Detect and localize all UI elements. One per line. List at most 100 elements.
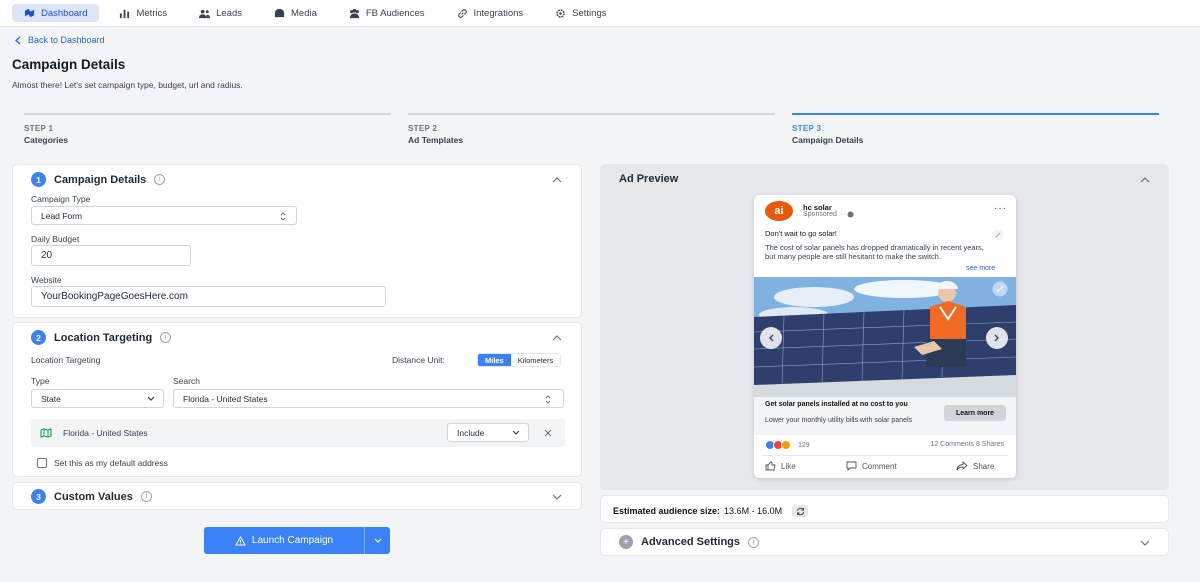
divider	[762, 455, 1008, 456]
website-label: Website	[31, 275, 62, 285]
thumbs-up-icon	[765, 461, 776, 471]
include-select[interactable]: Include	[447, 423, 529, 442]
top-nav: Dashboard Metrics Leads Media FB Audienc…	[0, 0, 1200, 27]
media-icon	[274, 8, 285, 17]
share-label: Share	[973, 461, 995, 471]
campaign-type-select[interactable]: Lead Form	[31, 206, 297, 225]
nav-item-fb-audiences[interactable]: FB Audiences	[337, 4, 437, 22]
share-icon	[956, 461, 968, 471]
info-icon[interactable]: i	[140, 491, 152, 502]
nav-item-label: Settings	[572, 7, 607, 19]
nav-item-leads[interactable]: Leads	[187, 4, 254, 22]
launch-main[interactable]: Launch Campaign	[204, 535, 364, 546]
chevron-left-icon	[15, 36, 21, 44]
step-label: STEP 1	[24, 124, 54, 133]
launch-campaign-button[interactable]: Launch Campaign	[204, 527, 390, 554]
nav-item-label: Dashboard	[41, 7, 88, 19]
location-search-value: Florida - United States	[183, 393, 268, 404]
campaign-details-card: 1 Campaign Details i Campaign Type Lead …	[12, 164, 582, 318]
unit-miles-button[interactable]: Miles	[478, 354, 511, 366]
select-arrows-icon	[545, 395, 551, 404]
default-address-checkbox[interactable]	[37, 458, 47, 468]
chevron-down-icon[interactable]	[1139, 537, 1151, 549]
sponsored-row: Sponsored ·	[803, 211, 854, 218]
reactions-row: 129	[765, 440, 810, 450]
distance-unit-label: Distance Unit:	[392, 355, 445, 365]
launch-dropdown-toggle[interactable]	[364, 527, 390, 554]
ad-body-text: The cost of solar panels has dropped dra…	[765, 244, 984, 261]
solar-worker-image	[754, 277, 1016, 397]
advanced-settings-header[interactable]: + Advanced Settings i	[619, 535, 760, 549]
campaign-type-label: Campaign Type	[31, 194, 91, 204]
edit-icon[interactable]	[992, 229, 1004, 241]
chevron-down-icon[interactable]	[551, 491, 563, 503]
select-arrows-icon	[280, 212, 286, 221]
nav-item-label: Integrations	[473, 7, 524, 19]
like-button[interactable]: Like	[765, 461, 796, 471]
carousel-next-button[interactable]	[986, 327, 1008, 349]
carousel-prev-button[interactable]	[760, 327, 782, 349]
info-icon[interactable]: i	[160, 332, 172, 343]
step-3[interactable]: STEP 3 Campaign Details	[792, 113, 1159, 145]
chevron-down-icon	[147, 396, 155, 401]
audience-size-value: 13.6M - 16.0M	[724, 506, 783, 516]
nav-item-dashboard[interactable]: Dashboard	[12, 4, 100, 22]
step-label: STEP 3	[792, 124, 822, 133]
nav-item-settings[interactable]: Settings	[543, 4, 618, 22]
unit-km-button[interactable]: Kilometers	[511, 354, 560, 366]
custom-values-card[interactable]: 3 Custom Values i	[12, 482, 582, 510]
cta-section: Get solar panels installed at no cost to…	[754, 397, 1016, 435]
step-label: STEP 2	[408, 124, 438, 133]
chevron-down-icon	[374, 538, 381, 543]
info-icon[interactable]: i	[154, 174, 166, 185]
chevron-up-icon[interactable]	[551, 174, 563, 186]
image-edit-icon[interactable]	[992, 281, 1008, 297]
users-group-icon	[349, 8, 359, 18]
chevron-up-icon[interactable]	[1139, 174, 1151, 186]
ad-headline: Don't wait to go solar!	[765, 229, 837, 238]
share-button[interactable]: Share	[956, 461, 994, 471]
advanced-settings-card[interactable]: + Advanced Settings i	[600, 528, 1169, 556]
location-type-select[interactable]: State	[31, 389, 164, 408]
see-more-link[interactable]: see more	[966, 265, 995, 272]
separator-dot: ·	[840, 211, 844, 218]
comment-label: Comment	[862, 461, 897, 471]
nav-item-metrics[interactable]: Metrics	[107, 4, 179, 22]
location-targeting-header[interactable]: 2 Location Targeting i	[31, 330, 172, 345]
audience-size-label: Estimated audience size:	[613, 506, 721, 516]
users-icon	[199, 9, 211, 18]
close-icon[interactable]	[543, 428, 553, 438]
location-search-input[interactable]: Florida - United States	[173, 389, 564, 408]
chevron-down-icon	[512, 430, 520, 435]
nav-item-label: Leads	[216, 7, 242, 19]
chevron-up-icon[interactable]	[551, 332, 563, 344]
page-title: Campaign Details	[12, 57, 126, 72]
daily-budget-input[interactable]: 20	[31, 245, 191, 266]
nav-item-label: FB Audiences	[365, 7, 425, 19]
location-type-value: State	[41, 393, 61, 404]
info-icon[interactable]: i	[748, 536, 760, 548]
more-options-icon[interactable]: ···	[994, 203, 1007, 214]
comment-button[interactable]: Comment	[846, 461, 897, 471]
ad-image	[754, 277, 1016, 397]
nav-item-media[interactable]: Media	[262, 4, 329, 22]
learn-more-button[interactable]: Learn more	[944, 405, 1006, 421]
plus-icon: +	[619, 535, 633, 549]
chevron-left-icon	[769, 334, 774, 342]
warning-icon	[235, 535, 246, 545]
back-link[interactable]: Back to Dashboard	[14, 35, 105, 45]
ad-preview-title: Ad Preview	[619, 173, 679, 185]
nav-item-integrations[interactable]: Integrations	[445, 4, 536, 22]
section-title: Custom Values	[54, 490, 133, 503]
step-name: Categories	[24, 135, 68, 145]
step-1[interactable]: STEP 1 Categories	[24, 113, 391, 145]
campaign-details-header[interactable]: 1 Campaign Details i	[31, 172, 166, 187]
step-2[interactable]: STEP 2 Ad Templates	[408, 113, 775, 145]
back-link-label: Back to Dashboard	[28, 35, 105, 45]
location-item-text: Florida - United States	[63, 428, 148, 438]
refresh-button[interactable]	[792, 505, 809, 517]
globe-icon	[847, 211, 854, 218]
website-input[interactable]: YourBookingPageGoesHere.com	[31, 286, 386, 307]
custom-values-header[interactable]: 3 Custom Values i	[31, 489, 152, 504]
section-number: 2	[31, 330, 46, 345]
